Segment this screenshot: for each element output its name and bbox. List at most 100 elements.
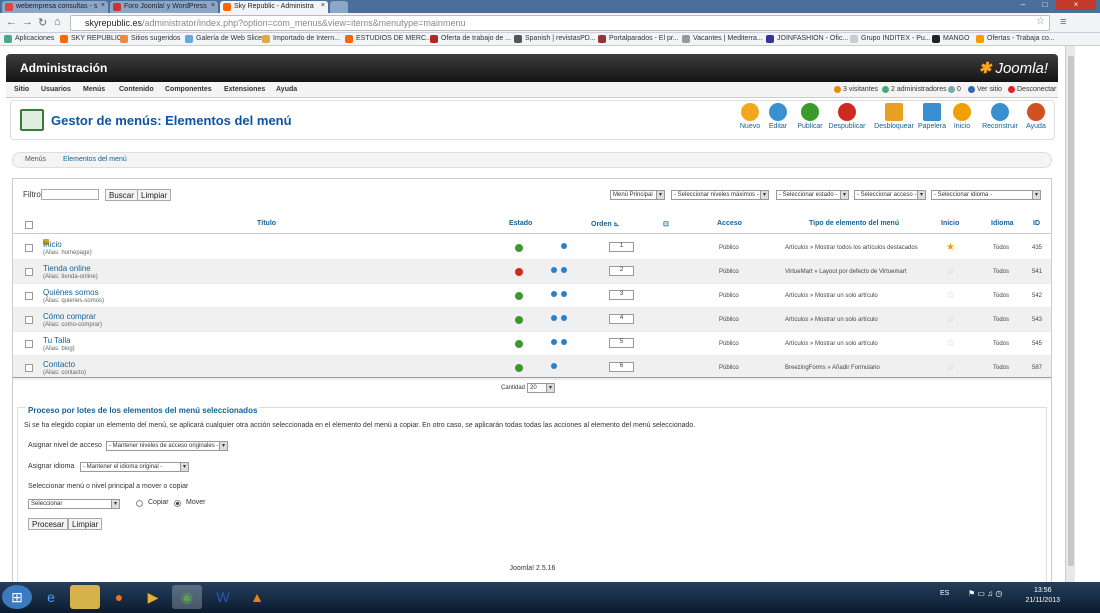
menu-menus[interactable]: Menús [83,86,105,93]
order-input[interactable]: 1 [609,242,634,252]
bookmark[interactable]: JOINFASHION - Ofic... [766,35,848,43]
check-all-checkbox[interactable] [25,221,33,229]
item-title-link[interactable]: Tienda online [43,264,91,273]
help-button[interactable]: Ayuda [1018,103,1054,130]
col-estado[interactable]: Estado [509,220,532,227]
close-icon[interactable]: × [321,2,325,9]
col-orden[interactable]: Orden ⊾ [591,220,619,228]
clear-filter-button[interactable]: Limpiar [137,189,172,201]
row-checkbox[interactable] [25,244,33,252]
batch-menu-select[interactable]: Seleccionar ▾ [28,499,120,509]
star-outline-icon[interactable]: ☆ [946,314,955,325]
vlc-icon[interactable]: ▲ [242,585,272,609]
clock[interactable]: 13:56 21/11/2013 [1025,586,1060,606]
menu-ayuda[interactable]: Ayuda [276,86,297,93]
close-icon[interactable]: × [101,2,105,9]
star-outline-icon[interactable]: ☆ [946,362,955,373]
bookmark[interactable]: Vacantes | Mediterra... [682,35,763,43]
published-icon[interactable] [515,364,523,372]
order-input[interactable]: 6 [609,362,634,372]
filter-search-input[interactable] [41,189,99,200]
item-title-link[interactable]: Contacto [43,360,75,369]
checkin-button[interactable]: Desbloquear [873,103,915,130]
bookmark[interactable]: Galería de Web Slice [185,35,262,43]
col-title[interactable]: Título [257,220,276,227]
move-radio[interactable] [174,500,181,507]
star-outline-icon[interactable]: ☆ [946,338,955,349]
arrow-down-icon[interactable] [561,291,567,297]
arrow-up-icon[interactable] [551,291,557,297]
reload-icon[interactable]: ↻ [38,16,47,29]
save-order-icon[interactable]: ⊡ [663,220,669,228]
row-checkbox[interactable] [25,268,33,276]
bookmark[interactable]: MANGO [932,35,969,43]
tab-menus[interactable]: Menús [25,156,46,163]
page-scrollbar[interactable] [1065,46,1075,582]
batch-access-select[interactable]: - Mantener niveles de acceso originales … [106,441,228,451]
item-title-link[interactable]: Quiénes somos [43,288,99,297]
star-bookmark-icon[interactable]: ☆ [1036,16,1045,27]
row-checkbox[interactable] [25,316,33,324]
bookmark[interactable]: Ofertas - Trabaja co... [976,35,1055,43]
settings-menu-icon[interactable]: ≡ [1060,16,1066,28]
batch-language-select[interactable]: - Mantener el idioma original - ▾ [80,462,189,472]
copy-radio[interactable] [136,500,143,507]
start-button[interactable]: ⊞ [2,585,32,609]
published-icon[interactable] [515,316,523,324]
minimize-icon[interactable]: – [1012,0,1034,10]
bookmark[interactable]: Sitios sugeridos [120,35,180,43]
bookmark[interactable]: ESTUDIOS DE MERC... [345,35,432,43]
menu-extensiones[interactable]: Extensiones [224,86,265,93]
arrow-down-icon[interactable] [561,315,567,321]
publish-button[interactable]: Publicar [789,103,831,130]
media-player-icon[interactable]: ▶ [138,585,168,609]
scrollbar-thumb[interactable] [1068,56,1074,566]
url-input[interactable]: skyrepublic.es/administrator/index.php?o… [70,15,1050,31]
arrow-up-icon[interactable] [551,267,557,273]
col-idioma[interactable]: Idioma [991,220,1014,227]
col-inicio[interactable]: Inicio [941,220,959,227]
arrow-down-icon[interactable] [561,339,567,345]
max-levels-select[interactable]: - Seleccionar niveles máximos - ▾ [671,190,769,200]
language-indicator[interactable]: ES [940,590,949,597]
system-tray-icons[interactable]: ⚑ ▭ ♫ ◷ [968,589,1002,598]
window-close-icon[interactable]: × [1056,0,1096,10]
order-input[interactable]: 3 [609,290,634,300]
order-input[interactable]: 5 [609,338,634,348]
published-icon[interactable] [515,292,523,300]
star-outline-icon[interactable]: ☆ [946,266,955,277]
explorer-icon[interactable] [70,585,100,609]
home-star-icon[interactable]: ★ [946,242,955,253]
order-input[interactable]: 4 [609,314,634,324]
star-outline-icon[interactable]: ☆ [946,290,955,301]
published-icon[interactable] [515,340,523,348]
arrow-up-icon[interactable] [551,363,557,369]
unpublished-icon[interactable] [515,268,523,276]
state-select[interactable]: - Seleccionar estado - ▾ [776,190,849,200]
process-button[interactable]: Procesar [28,518,69,530]
item-title-link[interactable]: Inicio [43,240,62,249]
bookmark[interactable]: Spanish | revistasPD... [514,35,596,43]
bookmark[interactable]: Aplicaciones [4,35,54,43]
limit-select[interactable]: 20 ▾ [527,383,555,393]
ie-icon[interactable]: e [36,585,66,609]
close-icon[interactable]: × [211,2,215,9]
batch-clear-button[interactable]: Limpiar [68,518,103,530]
col-acceso[interactable]: Acceso [717,220,742,227]
bookmark[interactable]: SKY REPUBLIC [60,35,122,43]
tab-menu-items[interactable]: Elementos del menú [63,156,127,163]
unpublish-button[interactable]: Despublicar [826,103,868,130]
chrome-icon[interactable]: ◉ [172,585,202,609]
item-title-link[interactable]: Tu Talla [43,336,71,345]
bookmark[interactable]: Importado de Intern... [262,35,340,43]
col-tipo[interactable]: Tipo de elemento del menú [809,220,899,227]
row-checkbox[interactable] [25,340,33,348]
logout-link[interactable]: Desconectar [1008,86,1056,93]
home-button[interactable]: Inicio [941,103,983,130]
row-checkbox[interactable] [25,292,33,300]
arrow-up-icon[interactable] [551,339,557,345]
language-select[interactable]: - Seleccionar idioma - ▾ [931,190,1041,200]
bookmark[interactable]: Portalparados - El pr... [598,35,679,43]
word-icon[interactable]: W [208,585,238,609]
view-site-link[interactable]: Ver sitio [968,86,1002,93]
